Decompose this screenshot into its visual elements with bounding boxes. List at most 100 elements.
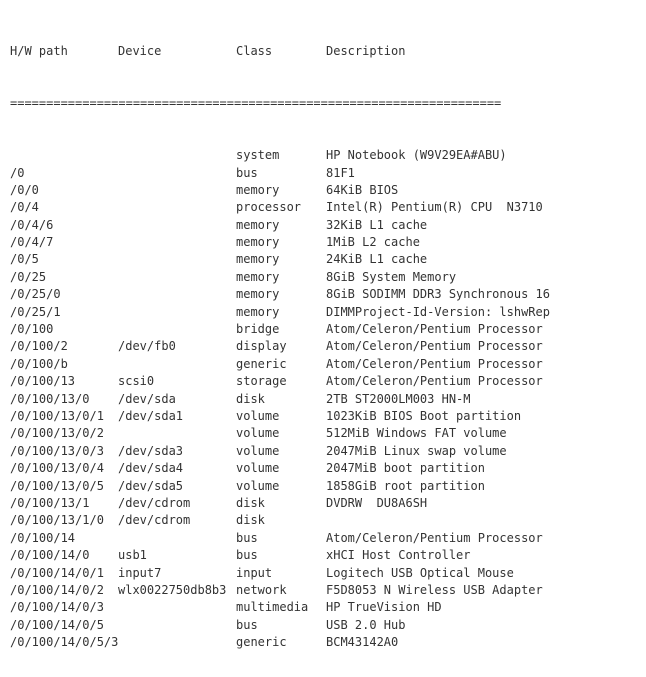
cell-hw-path: /0/4/6	[10, 217, 118, 234]
cell-hw-path: /0/100/13/0/2	[10, 425, 118, 442]
cell-description: HP TrueVision HD	[326, 599, 442, 616]
table-body: systemHP Notebook (W9V29EA#ABU)/0bus81F1…	[10, 147, 636, 651]
cell-class: multimedia	[236, 599, 326, 616]
cell-device: input7	[118, 565, 236, 582]
cell-hw-path: /0/100/14/0/5	[10, 617, 118, 634]
cell-description: 1MiB L2 cache	[326, 234, 420, 251]
cell-hw-path: /0/4	[10, 199, 118, 216]
cell-description: Atom/Celeron/Pentium Processor	[326, 373, 543, 390]
cell-description: DIMMProject-Id-Version: lshwRep	[326, 304, 550, 321]
cell-hw-path: /0/100	[10, 321, 118, 338]
cell-class: memory	[236, 286, 326, 303]
cell-class: memory	[236, 182, 326, 199]
cell-class: system	[236, 147, 326, 164]
table-row: /0/100/bgenericAtom/Celeron/Pentium Proc…	[10, 356, 636, 373]
cell-hw-path: /0/100/13	[10, 373, 118, 390]
cell-description: 8GiB System Memory	[326, 269, 456, 286]
table-row: /0/100/14busAtom/Celeron/Pentium Process…	[10, 530, 636, 547]
cell-class: disk	[236, 391, 326, 408]
table-row: /0/4/6memory32KiB L1 cache	[10, 217, 636, 234]
cell-description: 24KiB L1 cache	[326, 251, 427, 268]
header-device: Device	[118, 43, 236, 60]
table-row: /0/100/14/0/5 busUSB 2.0 Hub	[10, 617, 636, 634]
cell-class: storage	[236, 373, 326, 390]
cell-description: Atom/Celeron/Pentium Processor	[326, 321, 543, 338]
cell-description: USB 2.0 Hub	[326, 617, 405, 634]
table-row: /0/4processorIntel(R) Pentium(R) CPU N37…	[10, 199, 636, 216]
cell-description: 32KiB L1 cache	[326, 217, 427, 234]
cell-hw-path: /0/25	[10, 269, 118, 286]
table-row: /0/25/1 memoryDIMMProject-Id-Version: lsh…	[10, 304, 636, 321]
table-row: /0/100/13/0/4/dev/sda4volume2047MiB boot…	[10, 460, 636, 477]
cell-class: memory	[236, 304, 326, 321]
table-row: /0/100/13/0/5/dev/sda5volume1858GiB root…	[10, 478, 636, 495]
table-row: /0/100/13/0/dev/sdadisk2TB ST2000LM003 H…	[10, 391, 636, 408]
table-row: /0/100bridgeAtom/Celeron/Pentium Process…	[10, 321, 636, 338]
cell-description: Atom/Celeron/Pentium Processor	[326, 530, 543, 547]
table-row: /0/25/0memory8GiB SODIMM DDR3 Synchronou…	[10, 286, 636, 303]
cell-description: DVDRW DU8A6SH	[326, 495, 427, 512]
cell-hw-path: /0/100/14	[10, 530, 118, 547]
cell-description: 2047MiB Linux swap volume	[326, 443, 507, 460]
cell-description: Atom/Celeron/Pentium Processor	[326, 338, 543, 355]
cell-description: BCM43142A0	[326, 634, 398, 651]
cell-hw-path: /0/100/13/0	[10, 391, 118, 408]
table-row: /0/100/13/0/2 volume512MiB Windows FAT vo…	[10, 425, 636, 442]
cell-description: 64KiB BIOS	[326, 182, 398, 199]
cell-hw-path: /0/100/14/0/5/3	[10, 634, 118, 651]
cell-class: memory	[236, 234, 326, 251]
table-row: /0/100/14/0/1input7inputLogitech USB Opt…	[10, 565, 636, 582]
cell-class: disk	[236, 495, 326, 512]
cell-description: 1858GiB root partition	[326, 478, 485, 495]
cell-class: input	[236, 565, 326, 582]
cell-device: wlx0022750db8b3	[118, 582, 236, 599]
cell-hw-path: /0/25/1	[10, 304, 118, 321]
table-header-row: H/W pathDeviceClassDescription	[10, 43, 636, 60]
cell-class: bus	[236, 547, 326, 564]
cell-class: processor	[236, 199, 326, 216]
cell-device: /dev/sda5	[118, 478, 236, 495]
table-row: /0/4/7 memory1MiB L2 cache	[10, 234, 636, 251]
cell-hw-path: /0/100/14/0/1	[10, 565, 118, 582]
cell-hw-path: /0/100/13/1/0	[10, 512, 118, 529]
cell-hw-path: /0/100/b	[10, 356, 118, 373]
cell-class: disk	[236, 512, 326, 529]
cell-device: /dev/sda4	[118, 460, 236, 477]
cell-description: 1023KiB BIOS Boot partition	[326, 408, 521, 425]
cell-class: memory	[236, 269, 326, 286]
cell-description: 81F1	[326, 165, 355, 182]
table-row: /0/100/13scsi0storageAtom/Celeron/Pentiu…	[10, 373, 636, 390]
cell-hw-path: /0/100/14/0	[10, 547, 118, 564]
cell-hw-path: /0/4/7	[10, 234, 118, 251]
header-description: Description	[326, 43, 405, 60]
cell-hw-path: /0/100/13/0/5	[10, 478, 118, 495]
cell-hw-path: /0/100/14/0/3	[10, 599, 118, 616]
cell-class: bus	[236, 165, 326, 182]
cell-description: Atom/Celeron/Pentium Processor	[326, 356, 543, 373]
table-row: /0/100/2/dev/fb0displayAtom/Celeron/Pent…	[10, 338, 636, 355]
cell-description: 2047MiB boot partition	[326, 460, 485, 477]
header-separator: ========================================…	[10, 95, 636, 112]
cell-class: bus	[236, 617, 326, 634]
cell-hw-path: /0/25/0	[10, 286, 118, 303]
cell-class: volume	[236, 443, 326, 460]
lshw-output: H/W pathDeviceClassDescription =========…	[0, 0, 646, 677]
header-hw-path: H/W path	[10, 43, 118, 60]
cell-description: HP Notebook (W9V29EA#ABU)	[326, 147, 507, 164]
cell-class: volume	[236, 425, 326, 442]
cell-hw-path: /0/100/13/1	[10, 495, 118, 512]
cell-description: 512MiB Windows FAT volume	[326, 425, 507, 442]
cell-hw-path: /0/100/14/0/2	[10, 582, 118, 599]
cell-device: /dev/sda1	[118, 408, 236, 425]
cell-device: /dev/sda3	[118, 443, 236, 460]
table-row: /0/100/13/0/1/dev/sda1volume1023KiB BIOS…	[10, 408, 636, 425]
cell-class: network	[236, 582, 326, 599]
cell-hw-path: /0/100/13/0/1	[10, 408, 118, 425]
table-row: /0/100/13/1/0/dev/cdromdisk	[10, 512, 636, 529]
cell-hw-path: /0/100/2	[10, 338, 118, 355]
cell-class: generic	[236, 634, 326, 651]
table-row: /0/100/14/0usb1busxHCI Host Controller	[10, 547, 636, 564]
table-row: /0/100/14/0/3 multimediaHP TrueVision HD	[10, 599, 636, 616]
cell-device: scsi0	[118, 373, 236, 390]
table-row: /0/100/13/0/3/dev/sda3volume2047MiB Linu…	[10, 443, 636, 460]
